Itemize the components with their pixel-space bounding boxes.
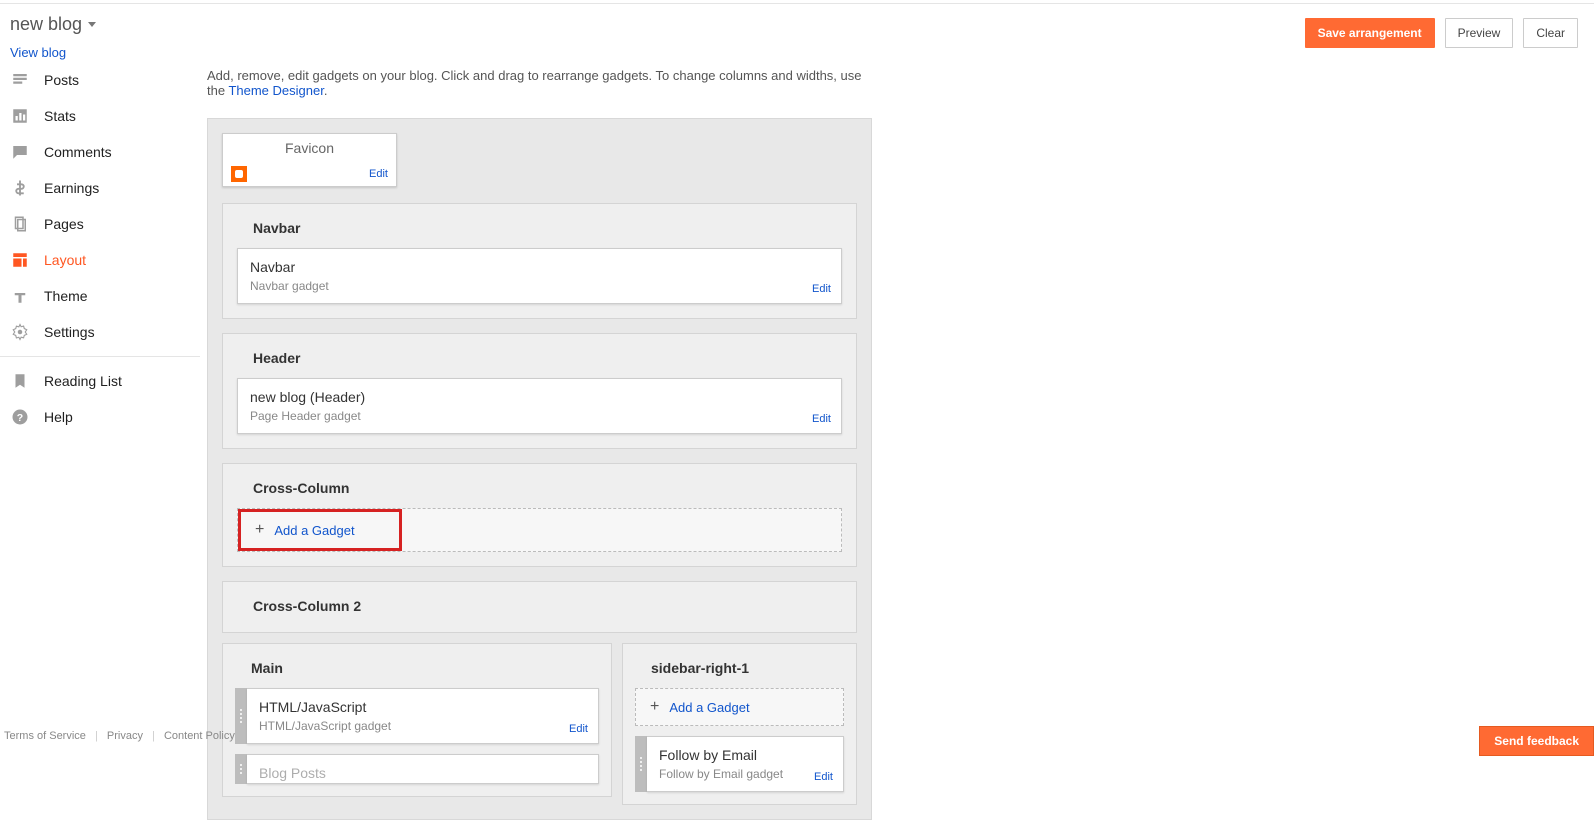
gadget-subtitle: Page Header gadget <box>250 409 829 423</box>
sidebar-item-label: Posts <box>44 72 79 88</box>
instructions-text: Add, remove, edit gadgets on your blog. … <box>207 68 872 98</box>
sidebar-item-pages[interactable]: Pages <box>0 206 200 242</box>
sidebar-item-label: Layout <box>44 252 86 268</box>
gadget-name: new blog (Header) <box>250 389 829 405</box>
terms-link[interactable]: Terms of Service <box>4 730 86 742</box>
navbar-edit-link[interactable]: Edit <box>812 283 831 295</box>
sidebar-nav: Posts Stats Comments Earnings Pages Layo… <box>0 62 200 435</box>
sidebar-item-settings[interactable]: Settings <box>0 314 200 350</box>
drag-handle[interactable] <box>635 736 647 792</box>
settings-icon <box>10 322 30 342</box>
preview-button[interactable]: Preview <box>1445 18 1514 48</box>
content-policy-link[interactable]: Content Policy <box>164 730 235 742</box>
favicon-gadget[interactable]: Favicon Edit <box>222 133 397 187</box>
section-title: Cross-Column 2 <box>237 582 842 626</box>
theme-designer-link[interactable]: Theme Designer <box>228 83 323 98</box>
sidebar-item-help[interactable]: ? Help <box>0 399 200 435</box>
navbar-section: Navbar Navbar Navbar gadget Edit <box>222 203 857 319</box>
plus-icon: + <box>650 699 659 715</box>
sidebar-item-label: Stats <box>44 108 76 124</box>
main-content: Add, remove, edit gadgets on your blog. … <box>207 68 872 820</box>
cross-column-section: Cross-Column + Add a Gadget <box>222 463 857 567</box>
drag-handle[interactable] <box>235 688 247 744</box>
blogger-favicon-icon <box>231 166 247 182</box>
blog-posts-gadget[interactable]: Blog Posts <box>235 754 599 784</box>
footer-links: Terms of Service | Privacy | Content Pol… <box>4 730 235 742</box>
sidebar-item-label: Theme <box>44 288 88 304</box>
main-section: Main HTML/JavaScript HTML/JavaScript gad… <box>222 643 612 797</box>
section-title: Header <box>237 334 842 378</box>
bookmark-icon <box>10 371 30 391</box>
layout-canvas: Favicon Edit Navbar Navbar Navbar gadget… <box>207 118 872 820</box>
add-gadget-label: Add a Gadget <box>669 700 749 715</box>
sidebar-item-label: Earnings <box>44 180 99 196</box>
section-title: Navbar <box>237 204 842 248</box>
posts-icon <box>10 70 30 90</box>
add-gadget-button[interactable]: + Add a Gadget <box>241 512 399 548</box>
sidebar-item-label: Pages <box>44 216 84 232</box>
gadget-subtitle: Navbar gadget <box>250 279 829 293</box>
sidebar-item-comments[interactable]: Comments <box>0 134 200 170</box>
sidebar-item-label: Reading List <box>44 373 122 389</box>
header-edit-link[interactable]: Edit <box>812 413 831 425</box>
sidebar-item-reading-list[interactable]: Reading List <box>0 363 200 399</box>
sidebar-item-earnings[interactable]: Earnings <box>0 170 200 206</box>
layout-icon <box>10 250 30 270</box>
earnings-icon <box>10 178 30 198</box>
nav-divider <box>0 356 200 357</box>
gadget-subtitle: Follow by Email gadget <box>659 767 831 781</box>
stats-icon <box>10 106 30 126</box>
save-arrangement-button[interactable]: Save arrangement <box>1305 18 1435 48</box>
drag-handle[interactable] <box>235 754 247 784</box>
add-gadget-label: Add a Gadget <box>274 523 354 538</box>
comments-icon <box>10 142 30 162</box>
follow-edit-link[interactable]: Edit <box>814 771 833 783</box>
header-section: Header new blog (Header) Page Header gad… <box>222 333 857 449</box>
gadget-name: HTML/JavaScript <box>259 699 586 715</box>
cross-column-2-section: Cross-Column 2 <box>222 581 857 633</box>
sidebar-item-label: Help <box>44 409 73 425</box>
gadget-name: Blog Posts <box>259 765 586 781</box>
favicon-title: Favicon <box>223 134 396 162</box>
svg-text:?: ? <box>17 412 23 424</box>
sidebar-item-posts[interactable]: Posts <box>0 62 200 98</box>
add-gadget-button[interactable]: + Add a Gadget <box>635 688 844 726</box>
section-title: sidebar-right-1 <box>635 644 844 688</box>
pages-icon <box>10 214 30 234</box>
sidebar-item-theme[interactable]: Theme <box>0 278 200 314</box>
sidebar-item-label: Comments <box>44 144 112 160</box>
sidebar-item-layout[interactable]: Layout <box>0 242 200 278</box>
plus-icon: + <box>255 522 264 538</box>
send-feedback-button[interactable]: Send feedback <box>1479 726 1594 756</box>
theme-icon <box>10 286 30 306</box>
favicon-edit-link[interactable]: Edit <box>369 168 388 180</box>
html-js-gadget[interactable]: HTML/JavaScript HTML/JavaScript gadget E… <box>235 688 599 744</box>
caret-down-icon <box>88 22 96 27</box>
privacy-link[interactable]: Privacy <box>107 730 143 742</box>
sidebar-right-section: sidebar-right-1 + Add a Gadget Follow by… <box>622 643 857 805</box>
clear-button[interactable]: Clear <box>1523 18 1578 48</box>
sidebar-item-stats[interactable]: Stats <box>0 98 200 134</box>
blog-selector[interactable]: new blog <box>10 14 96 35</box>
blog-title-text: new blog <box>10 14 82 35</box>
help-icon: ? <box>10 407 30 427</box>
section-title: Cross-Column <box>237 464 842 508</box>
sidebar-item-label: Settings <box>44 324 95 340</box>
view-blog-link[interactable]: View blog <box>10 45 96 60</box>
header-gadget[interactable]: new blog (Header) Page Header gadget Edi… <box>237 378 842 434</box>
section-title: Main <box>235 644 599 688</box>
gadget-name: Follow by Email <box>659 747 831 763</box>
gadget-name: Navbar <box>250 259 829 275</box>
highlighted-add-gadget: + Add a Gadget <box>238 509 402 551</box>
gadget-subtitle: HTML/JavaScript gadget <box>259 719 586 733</box>
navbar-gadget[interactable]: Navbar Navbar gadget Edit <box>237 248 842 304</box>
follow-email-gadget[interactable]: Follow by Email Follow by Email gadget E… <box>635 736 844 792</box>
html-edit-link[interactable]: Edit <box>569 723 588 735</box>
